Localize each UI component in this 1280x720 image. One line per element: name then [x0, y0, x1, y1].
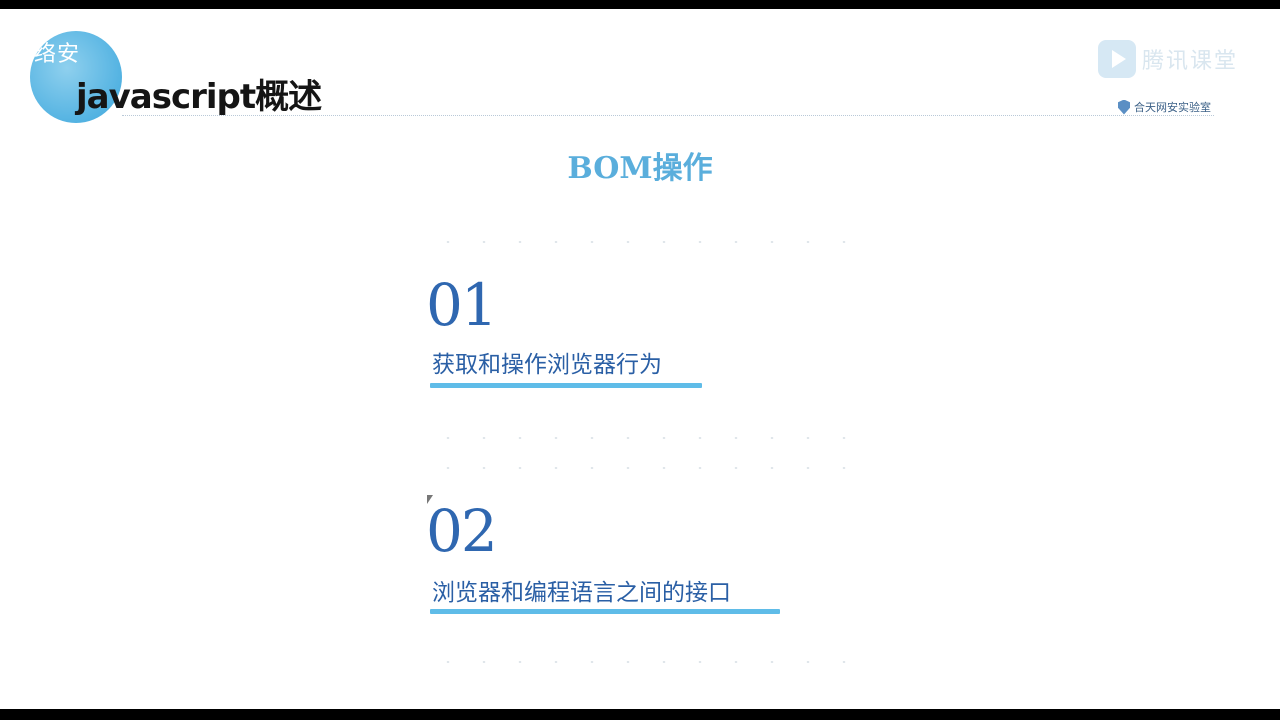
play-icon — [1098, 40, 1136, 78]
item-number-1: 01 — [426, 271, 498, 339]
slide-title: javascript概述 — [76, 77, 322, 117]
logo-top-text: 腾讯课堂 — [1142, 49, 1239, 74]
item-number-2: 02 — [426, 497, 498, 565]
item-underline-2 — [430, 609, 780, 614]
header-watermark-text: 络安 — [34, 42, 81, 67]
item-underline-1 — [430, 383, 702, 388]
hetian-lab-logo: 合天网安实验室 — [1118, 99, 1211, 115]
decorative-dots — [430, 241, 860, 243]
slide: 络安 javascript概述 腾讯课堂 合天网安实验室 BOM操作 01 获取… — [0, 9, 1280, 709]
decorative-dots — [430, 467, 860, 469]
item-text-2: 浏览器和编程语言之间的接口 — [432, 580, 731, 606]
header-divider — [122, 115, 1214, 116]
logo-bottom-text: 合天网安实验室 — [1134, 101, 1211, 114]
tencent-classroom-logo: 腾讯课堂 — [1098, 39, 1238, 79]
section-title: BOM操作 — [567, 151, 713, 186]
item-text-1: 获取和操作浏览器行为 — [432, 352, 662, 378]
decorative-dots — [430, 661, 860, 663]
decorative-dots — [430, 437, 860, 439]
shield-icon — [1118, 99, 1130, 115]
